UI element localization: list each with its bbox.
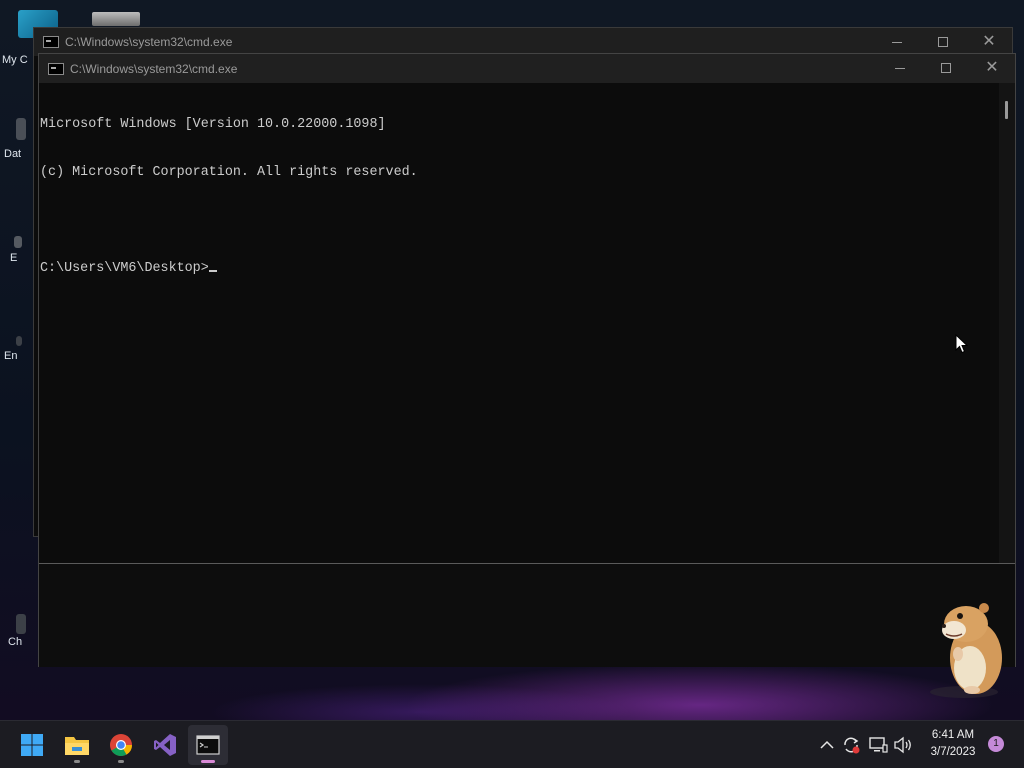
- clock-time: 6:41 AM: [931, 729, 975, 741]
- chrome-icon: [110, 734, 132, 756]
- mouse-pointer-icon: [955, 334, 969, 354]
- minimize-icon: [895, 67, 905, 69]
- terminal-icon: [196, 735, 220, 755]
- network-icon: [869, 737, 888, 753]
- app-icon: [16, 614, 26, 634]
- cmd-icon: [43, 36, 59, 48]
- active-indicator: [201, 760, 215, 763]
- console-line: Microsoft Windows [Version 10.0.22000.10…: [40, 117, 386, 132]
- window-title: C:\Windows\system32\cmd.exe: [65, 35, 233, 49]
- volume-icon: [894, 736, 911, 754]
- notification-badge[interactable]: 1: [988, 736, 1004, 752]
- visual-studio-button[interactable]: [145, 725, 185, 765]
- app-icon: [16, 336, 22, 346]
- cmd-window-front[interactable]: C:\Windows\system32\cmd.exe ✕ Microsoft …: [38, 53, 1016, 667]
- minimize-button[interactable]: [877, 54, 923, 82]
- maximize-icon: [941, 63, 951, 73]
- minimize-icon: [892, 41, 902, 43]
- maximize-icon: [938, 37, 948, 47]
- windows-logo-icon: [21, 734, 43, 756]
- vertical-scrollbar[interactable]: [999, 83, 1015, 563]
- close-button[interactable]: ✕: [966, 28, 1012, 56]
- desktop-icon-top-gray[interactable]: [92, 12, 140, 26]
- show-hidden-icons-button[interactable]: [816, 733, 838, 757]
- console-prompt: C:\Users\VM6\Desktop>: [40, 261, 209, 276]
- console-output[interactable]: Microsoft Windows [Version 10.0.22000.10…: [39, 83, 1001, 563]
- title-bar[interactable]: C:\Windows\system32\cmd.exe ✕: [34, 28, 1012, 56]
- clock-date: 3/7/2023: [930, 746, 976, 758]
- sync-status-button[interactable]: [840, 733, 862, 757]
- chevron-up-icon: [820, 740, 834, 749]
- console-lower-pane: [39, 563, 1015, 667]
- title-bar[interactable]: C:\Windows\system32\cmd.exe ✕: [39, 54, 1015, 83]
- start-button[interactable]: [12, 725, 52, 765]
- cmd-taskbar-button[interactable]: [188, 725, 228, 765]
- minimize-button[interactable]: [874, 28, 920, 56]
- file-explorer-button[interactable]: [57, 725, 97, 765]
- cmd-icon: [48, 62, 64, 75]
- console-line: (c) Microsoft Corporation. All rights re…: [40, 165, 418, 180]
- hamster-mascot-icon: [930, 603, 1002, 698]
- close-icon: ✕: [982, 33, 996, 50]
- running-indicator: [118, 760, 124, 763]
- window-title: C:\Windows\system32\cmd.exe: [70, 61, 238, 76]
- chrome-button[interactable]: [101, 725, 141, 765]
- visual-studio-icon: [154, 734, 176, 756]
- app-icon: [14, 236, 22, 248]
- maximize-button[interactable]: [923, 54, 969, 82]
- scrollbar-thumb[interactable]: [1005, 101, 1008, 119]
- close-button[interactable]: ✕: [969, 54, 1015, 82]
- volume-button[interactable]: [892, 733, 914, 757]
- close-icon: ✕: [985, 59, 999, 76]
- network-button[interactable]: [867, 733, 889, 757]
- data-icon: [16, 118, 26, 140]
- folder-icon: [65, 737, 89, 755]
- running-indicator: [74, 760, 80, 763]
- text-cursor: [208, 270, 217, 272]
- taskbar-clock[interactable]: 6:41 AM 3/7/2023: [918, 727, 988, 761]
- maximize-button[interactable]: [920, 28, 966, 56]
- console-prompt-line[interactable]: C:\Users\VM6\Desktop>: [40, 261, 1001, 277]
- sync-icon: [844, 737, 860, 754]
- taskbar: 6:41 AM 3/7/2023: [0, 720, 1024, 768]
